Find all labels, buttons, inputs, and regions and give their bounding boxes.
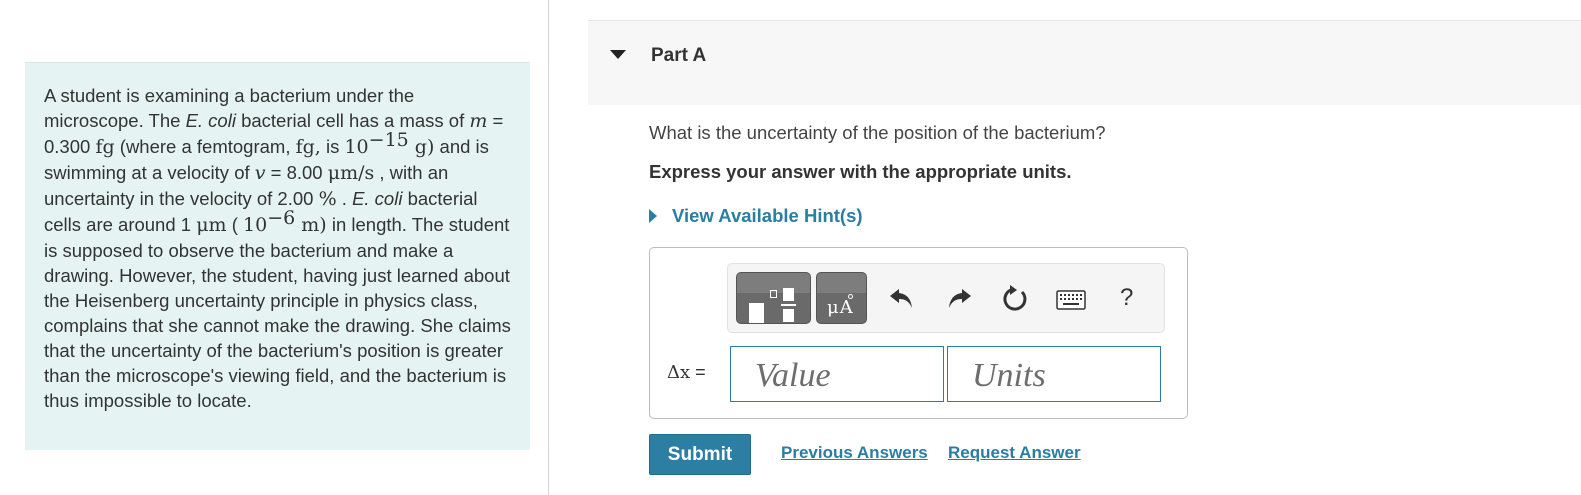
angstrom-ring <box>848 294 853 299</box>
units-input[interactable] <box>947 346 1161 402</box>
text: bacterial cell has a mass of <box>235 110 470 131</box>
answer-box: μA ? Δx = <box>649 247 1188 419</box>
value-input[interactable] <box>730 346 944 402</box>
math-number: 10 <box>243 214 268 236</box>
math-velocity-variable: v <box>254 162 266 184</box>
part-title: Part A <box>651 45 707 66</box>
reset-icon[interactable] <box>1000 284 1030 314</box>
answer-variable-label: Δx = <box>667 362 706 383</box>
template-block <box>770 290 777 298</box>
keyboard-icon[interactable] <box>1056 290 1086 310</box>
question-text: What is the uncertainty of the position … <box>649 122 1106 143</box>
previous-answers-link[interactable]: Previous Answers <box>781 443 928 463</box>
equals-sign: = <box>690 362 706 382</box>
template-block <box>783 288 794 301</box>
caret-right-icon <box>649 209 657 223</box>
column-divider <box>548 0 549 495</box>
redo-icon[interactable] <box>945 284 973 312</box>
math-unit: μm/s <box>327 162 375 184</box>
instruction-text: Express your answer with the appropriate… <box>649 161 1072 182</box>
math-exponent: −15 <box>368 129 409 151</box>
templates-icon[interactable] <box>736 272 811 324</box>
math-percent: % <box>318 188 337 210</box>
part-header: Part A <box>588 20 1581 105</box>
math-unit: μm <box>196 214 227 236</box>
text: E. coli <box>352 188 403 209</box>
math-exponent: −6 <box>267 207 296 229</box>
template-block <box>781 304 796 306</box>
math-number: 10 <box>344 136 369 158</box>
units-glyph: μA <box>827 297 854 318</box>
template-block <box>749 303 764 323</box>
text: is <box>320 136 345 157</box>
text: = 8.00 <box>265 162 328 183</box>
help-icon[interactable]: ? <box>1120 284 1133 312</box>
view-hints-link[interactable]: View Available Hint(s) <box>649 205 863 227</box>
hint-label: View Available Hint(s) <box>672 205 863 226</box>
math-unit: fg, <box>295 136 321 158</box>
collapse-toggle-icon[interactable] <box>610 50 626 59</box>
request-answer-link[interactable]: Request Answer <box>948 443 1081 463</box>
math-unit: fg <box>95 136 115 158</box>
template-block <box>783 309 794 322</box>
variable-symbol: Δx <box>667 362 691 383</box>
text: in length. The student is supposed to ob… <box>44 214 511 411</box>
text: ( <box>226 214 244 235</box>
math-unit: g) <box>408 136 435 158</box>
problem-statement: A student is examining a bacterium under… <box>25 62 530 450</box>
math-toolbar: μA ? <box>727 263 1165 333</box>
text: E. coli <box>185 110 236 131</box>
undo-icon[interactable] <box>888 284 916 312</box>
math-unit: m) <box>295 214 327 236</box>
text: (where a femtogram, <box>114 136 296 157</box>
submit-button[interactable]: Submit <box>649 434 751 475</box>
units-icon[interactable]: μA <box>816 272 867 324</box>
math-mass-variable: m <box>469 110 488 132</box>
text: . <box>336 188 353 209</box>
